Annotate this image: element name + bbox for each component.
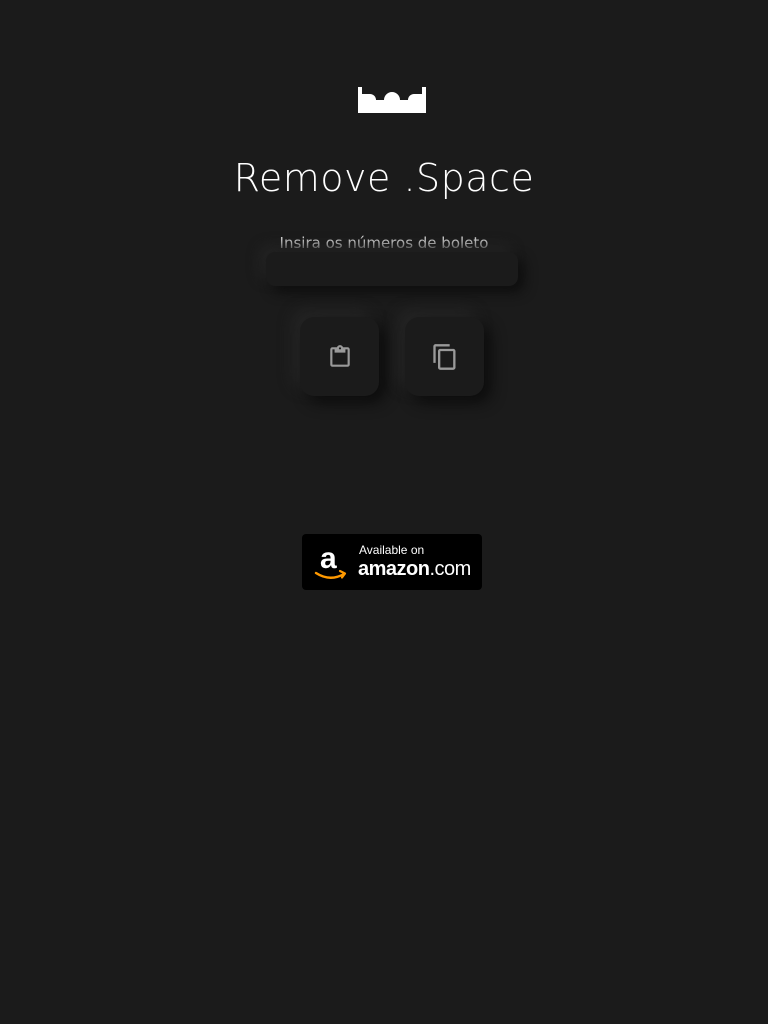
- brand-logo-icon: [358, 87, 426, 113]
- amazon-store-badge[interactable]: a Available on amazon.com: [302, 534, 482, 590]
- badge-store-name-bold: amazon: [358, 558, 430, 580]
- amazon-logo-icon: a: [314, 542, 347, 579]
- svg-text:a: a: [320, 542, 337, 575]
- clipboard-paste-icon: [329, 344, 350, 367]
- badge-store-name-suffix: .com: [429, 558, 471, 580]
- page-title: Remove .Space: [233, 156, 535, 200]
- badge-store-name: amazon.com: [358, 557, 471, 581]
- boleto-input-label: Insira os números de boleto: [279, 234, 489, 252]
- boleto-input[interactable]: [266, 252, 518, 286]
- paste-button[interactable]: [300, 317, 379, 396]
- badge-available-text: Available on: [359, 543, 425, 557]
- copy-icon: [432, 343, 455, 370]
- copy-button[interactable]: [405, 317, 484, 396]
